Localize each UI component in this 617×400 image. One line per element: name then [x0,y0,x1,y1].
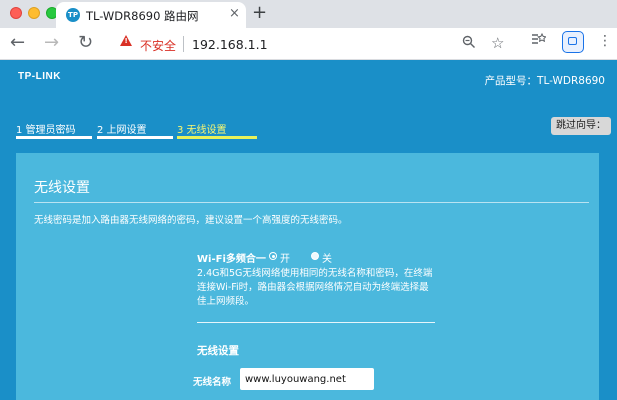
wizard-progress-2 [97,136,173,139]
star-icon[interactable]: ☆ [491,34,504,52]
tab-title: TL-WDR8690 路由网 [86,9,199,23]
wireless-settings-panel: 无线设置 无线密码是加入路由器无线网络的密码，建议设置一个高强度的无线密码。 W… [16,153,599,400]
wizard-step-wireless[interactable]: 3 无线设置 [177,121,227,136]
tab-close-icon[interactable]: × [229,6,240,21]
wifi-merge-label: Wi-Fi多频合一 [197,254,266,265]
back-button[interactable]: ← [10,32,25,54]
profile-icon[interactable] [562,31,584,53]
reload-button[interactable]: ↻ [78,32,93,54]
reading-list-icon[interactable] [530,32,547,50]
new-tab-button[interactable]: + [252,2,267,24]
wifi-merge-note: 2.4G和5G无线网络使用相同的无线名称和密码，在终端连接Wi-Fi时，路由器会… [197,268,433,307]
forward-button[interactable]: → [44,32,59,54]
menu-icon[interactable]: ⋮ [598,33,613,49]
browser-toolbar: ← → ↻ ! 不安全 192.168.1.1 ☆ ⋮ [0,28,617,60]
skip-wizard-button[interactable]: 跳过向导： [551,117,611,135]
browser-titlebar: TP TL-WDR8690 路由网 × + [0,0,617,28]
product-model: 产品型号：TL-WDR8690 [484,75,605,87]
tp-link-favicon-icon: TP [66,8,80,22]
wifi-merge-off-label[interactable]: 关 [322,250,332,265]
wizard-progress-1 [16,136,92,139]
ssid-input[interactable] [240,368,374,390]
zoom-icon[interactable] [462,35,476,53]
address-bar[interactable]: ! 不安全 192.168.1.1 ☆ [110,32,516,56]
ssid-label: 无线名称 [193,377,232,388]
divider [34,202,589,203]
close-window-button[interactable] [10,7,22,19]
browser-tab[interactable]: TP TL-WDR8690 路由网 × [56,2,246,28]
warning-icon-mark: ! [124,37,128,45]
wizard-progress-3 [177,136,257,139]
wizard-step-internet[interactable]: 2 上网设置 [97,121,147,136]
address-divider [183,36,184,52]
wifi-merge-on-radio[interactable] [269,252,277,260]
panel-description: 无线密码是加入路由器无线网络的密码，建议设置一个高强度的无线密码。 [34,215,348,226]
divider [197,322,435,323]
wifi-merge-off-radio[interactable] [311,252,319,260]
url-text[interactable]: 192.168.1.1 [192,37,268,52]
minimize-window-button[interactable] [28,7,40,19]
panel-title: 无线设置 [34,180,90,196]
wizard-step-admin-password[interactable]: 1 管理员密码 [16,121,76,136]
tp-link-logo: TP-LINK [18,71,61,82]
security-status[interactable]: 不安全 [140,37,176,54]
router-page: TP-LINK 产品型号：TL-WDR8690 1 管理员密码 2 上网设置 3… [0,60,617,400]
section-title: 无线设置 [197,345,239,357]
wifi-merge-on-label[interactable]: 开 [280,250,290,265]
